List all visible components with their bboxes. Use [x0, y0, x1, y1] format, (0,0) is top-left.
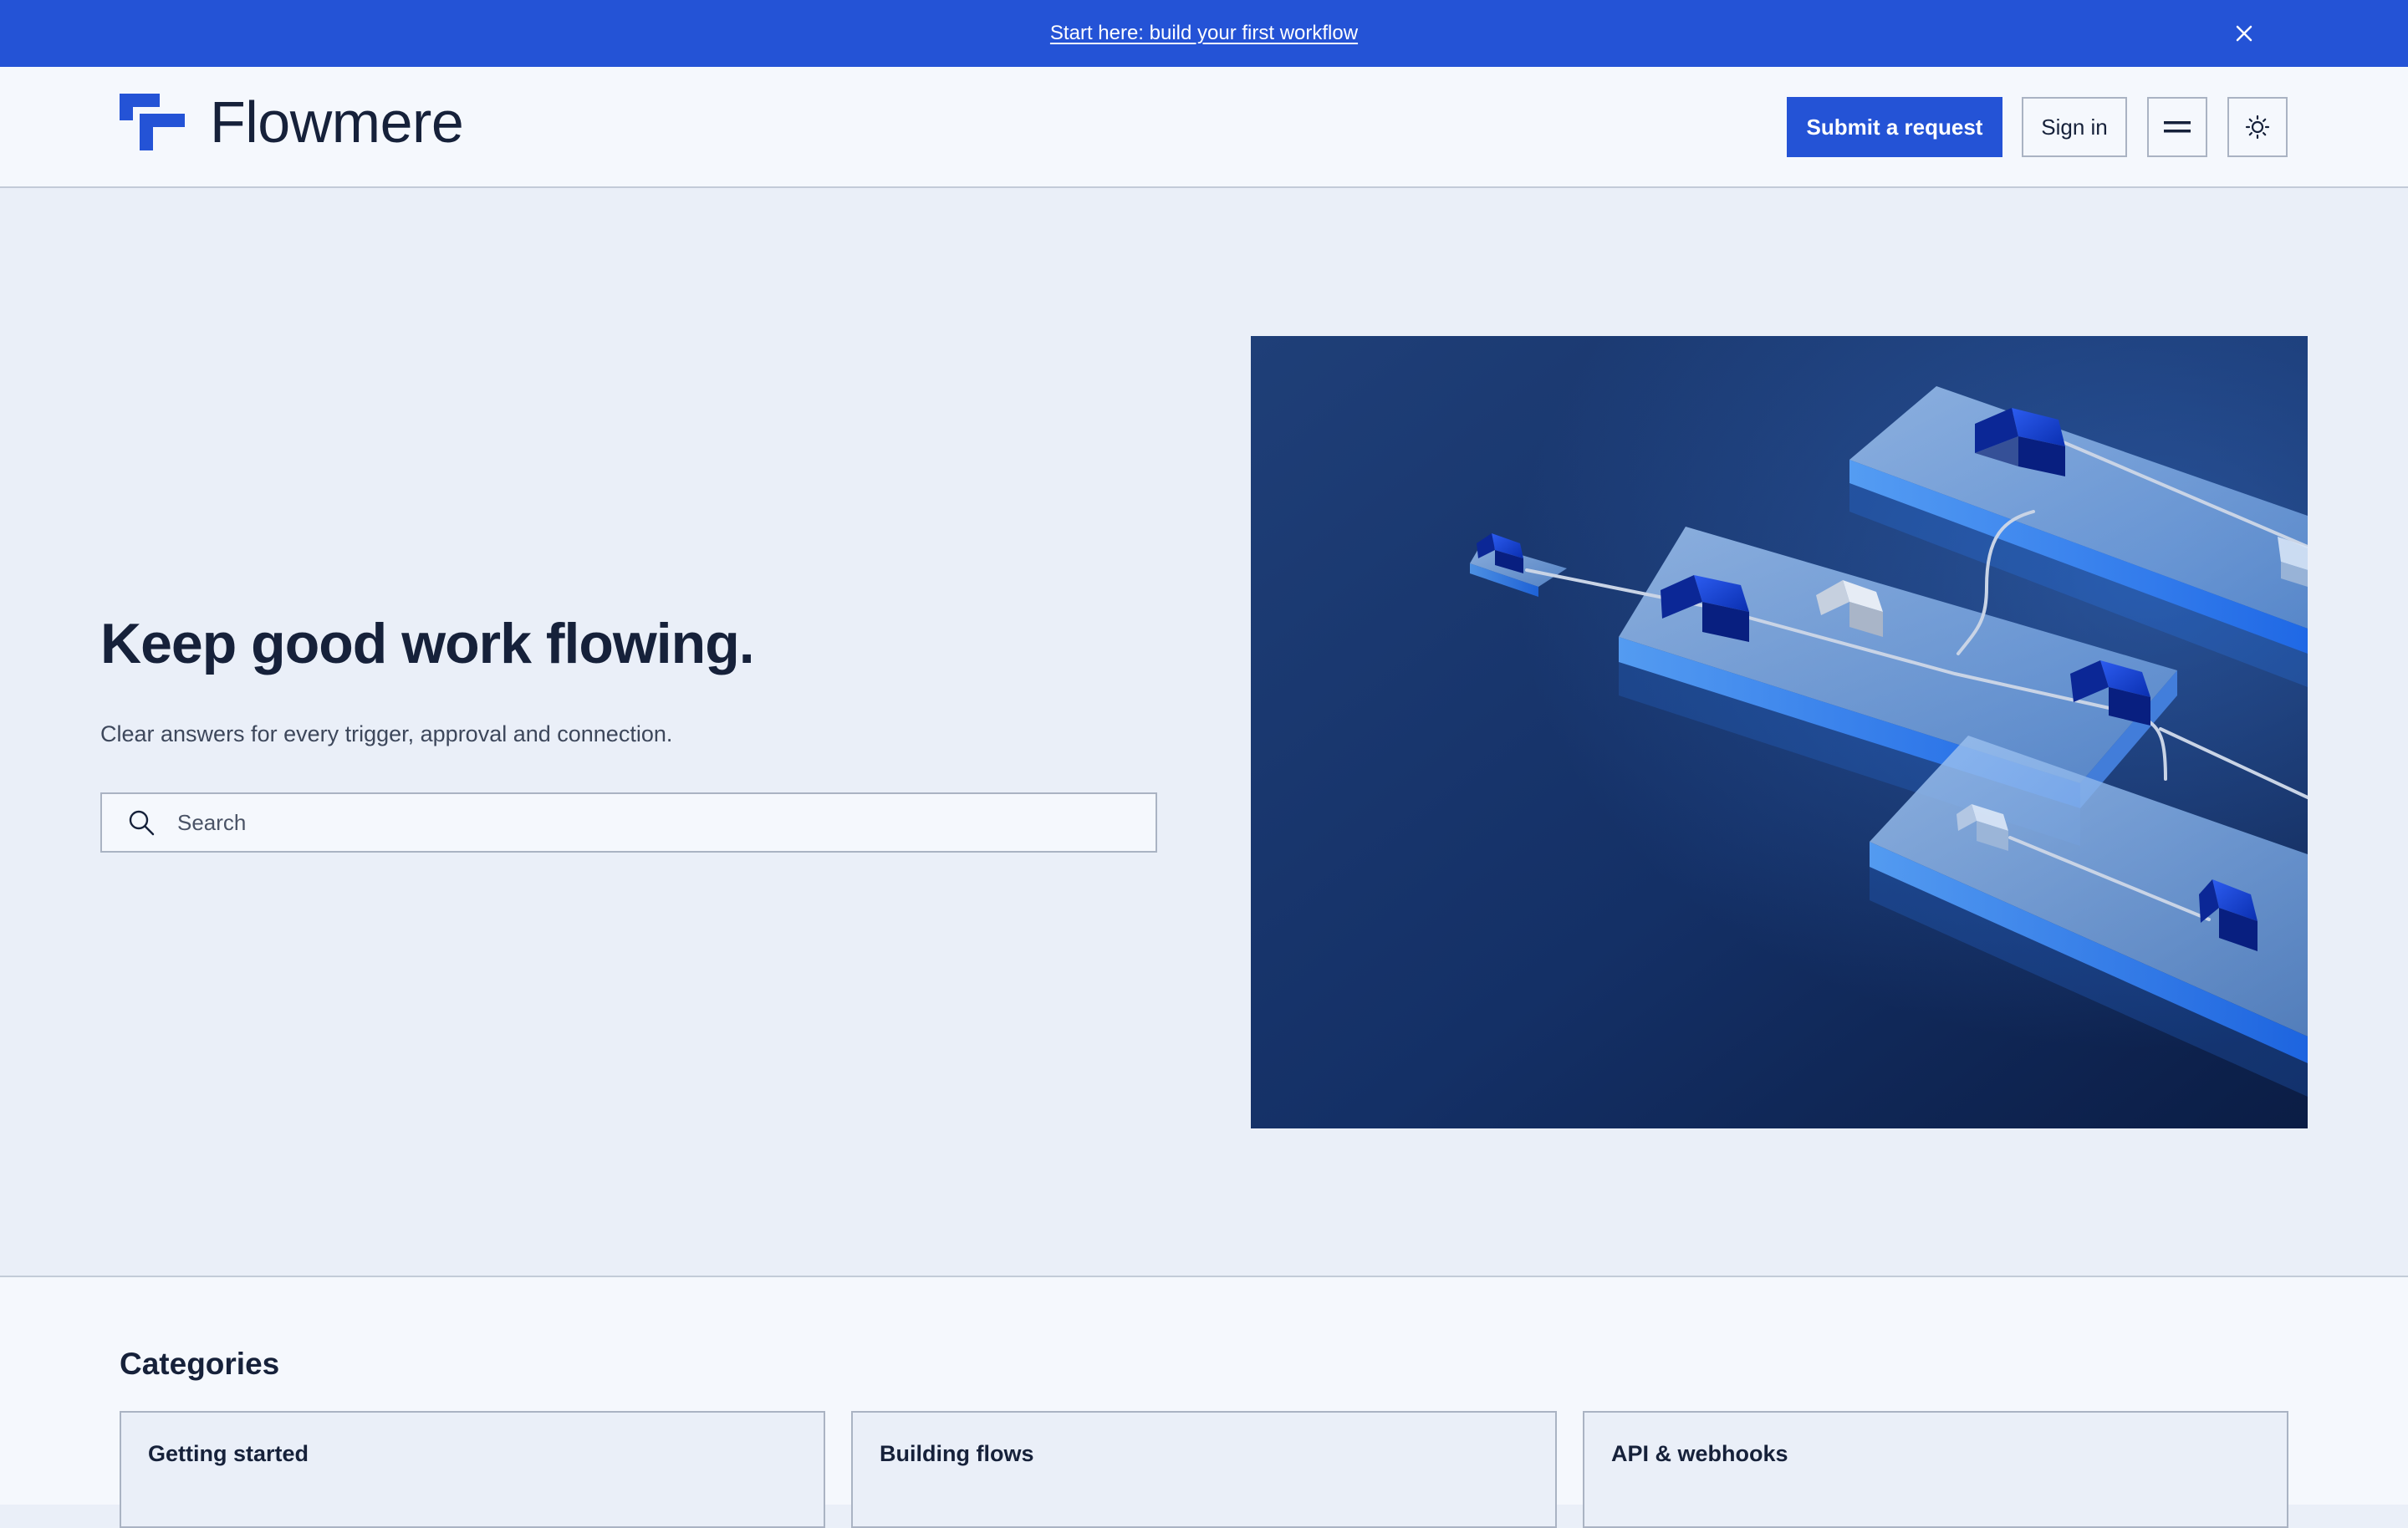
sun-icon: [2245, 115, 2270, 140]
theme-toggle-button[interactable]: [2227, 97, 2288, 157]
flowmere-logo-icon: [120, 94, 185, 150]
announcement-bar: Start here: build your first workflow: [0, 0, 2408, 67]
submit-request-button[interactable]: Submit a request: [1787, 97, 2002, 157]
search-icon: [129, 810, 155, 836]
brand-name: Flowmere: [210, 89, 464, 155]
categories-section: Categories Getting started Building flow…: [0, 1276, 2408, 1528]
logo[interactable]: Flowmere: [120, 89, 464, 155]
hero-subtitle: Clear answers for every trigger, approva…: [100, 721, 673, 746]
category-card-api-webhooks[interactable]: API & webhooks: [1583, 1411, 2288, 1528]
sign-in-button[interactable]: Sign in: [2022, 97, 2127, 157]
hero-title: Keep good work flowing.: [100, 612, 755, 675]
category-card-building-flows[interactable]: Building flows: [851, 1411, 1557, 1528]
menu-button[interactable]: [2147, 97, 2207, 157]
category-card-getting-started[interactable]: Getting started: [120, 1411, 825, 1528]
search-bar[interactable]: [100, 792, 1157, 853]
categories-heading: Categories: [120, 1347, 280, 1381]
category-title: Getting started: [148, 1441, 309, 1466]
site-header: Flowmere Submit a request Sign in: [0, 67, 2408, 188]
search-input[interactable]: [177, 809, 1114, 836]
announcement-link[interactable]: Start here: build your first workflow: [0, 0, 2408, 67]
category-title: API & webhooks: [1611, 1441, 1788, 1466]
close-icon[interactable]: [2227, 17, 2261, 50]
menu-icon: [2164, 121, 2191, 133]
hero-illustration: [1251, 336, 2308, 1128]
category-title: Building flows: [880, 1441, 1034, 1466]
